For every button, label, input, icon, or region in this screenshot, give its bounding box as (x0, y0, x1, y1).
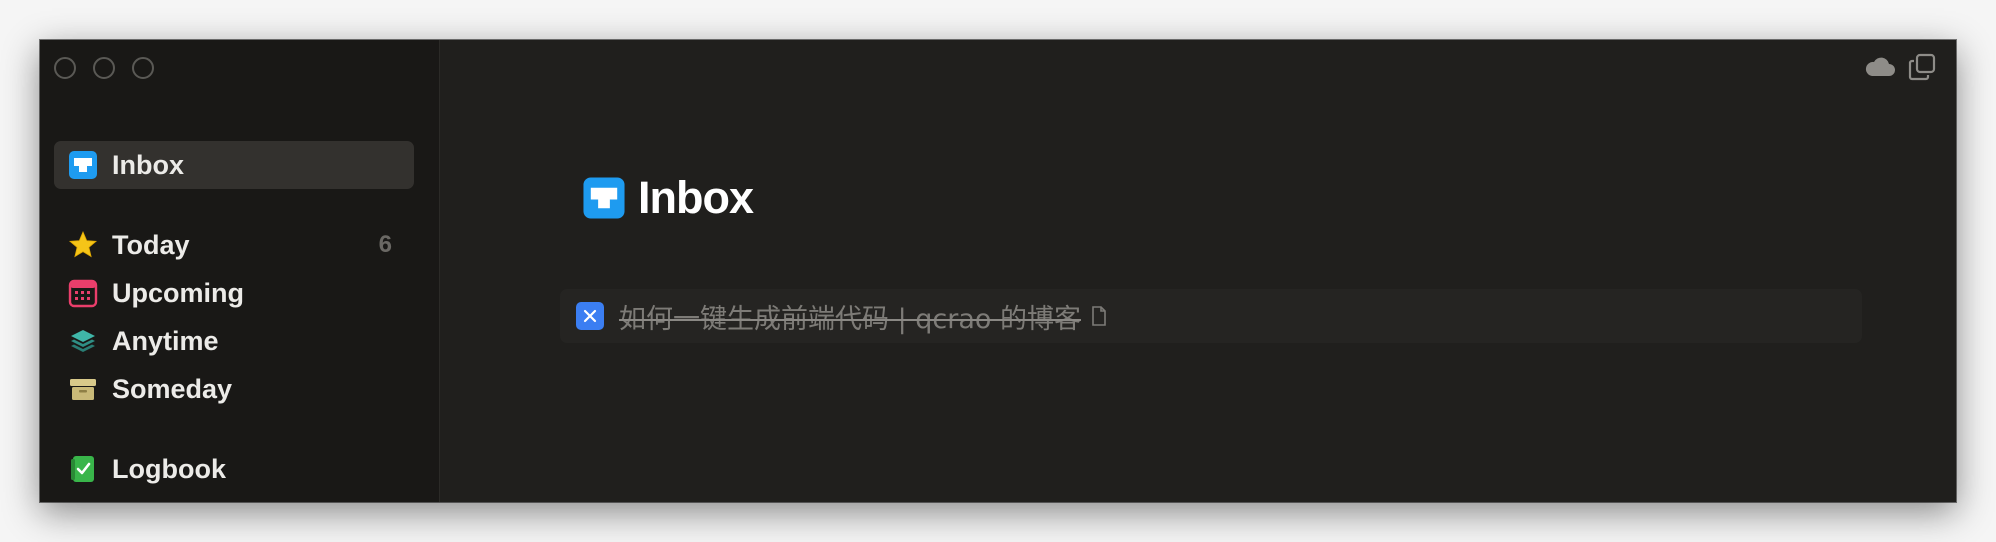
close-icon (583, 309, 597, 323)
sidebar-item-label: Inbox (112, 149, 184, 180)
sidebar: Inbox Today 6 Upcoming Anytime Someday L… (40, 40, 440, 502)
layers-icon (71, 330, 95, 352)
archive-box-icon (70, 379, 96, 400)
window-controls (54, 57, 154, 79)
close-window-button[interactable] (54, 57, 76, 79)
sidebar-item-upcoming[interactable]: Upcoming (54, 269, 414, 317)
task-checkbox[interactable] (576, 302, 604, 330)
task-row[interactable]: 如何一键生成前端代码 | qcrao 的博客 (560, 289, 1862, 343)
task-title[interactable]: 如何一键生成前端代码 | qcrao 的博客 (619, 297, 1081, 336)
sidebar-item-anytime[interactable]: Anytime (54, 317, 414, 365)
today-count-badge: 6 (378, 231, 392, 258)
app-window: Inbox Today 6 Upcoming Anytime Someday L… (40, 40, 1956, 502)
calendar-icon (68, 279, 98, 308)
page-header: Inbox (582, 172, 754, 224)
note-icon (1092, 306, 1106, 326)
page-title: Inbox (638, 172, 754, 223)
sidebar-item-label: Upcoming (112, 277, 244, 308)
zoom-window-button[interactable] (132, 57, 154, 79)
duplicate-window-icon[interactable] (1908, 53, 1936, 81)
sidebar-item-someday[interactable]: Someday (54, 365, 414, 413)
sidebar-item-inbox[interactable]: Inbox (54, 141, 414, 189)
sidebar-item-label: Someday (112, 373, 233, 404)
star-icon (68, 230, 98, 258)
logbook-icon (71, 456, 94, 482)
sidebar-item-today[interactable]: Today 6 (54, 221, 414, 269)
toolbar (1864, 53, 1936, 81)
inbox-icon (69, 151, 97, 179)
sidebar-item-label: Anytime (112, 325, 219, 356)
sidebar-item-label: Logbook (112, 453, 226, 484)
main-content: Inbox 如何一键生成前端代码 | qcrao 的博客 (440, 40, 1956, 502)
sidebar-item-label: Today (112, 229, 190, 260)
inbox-icon (583, 177, 625, 219)
sidebar-item-logbook[interactable]: Logbook (54, 445, 414, 493)
cloud-icon[interactable] (1864, 55, 1896, 79)
minimize-window-button[interactable] (93, 57, 115, 79)
